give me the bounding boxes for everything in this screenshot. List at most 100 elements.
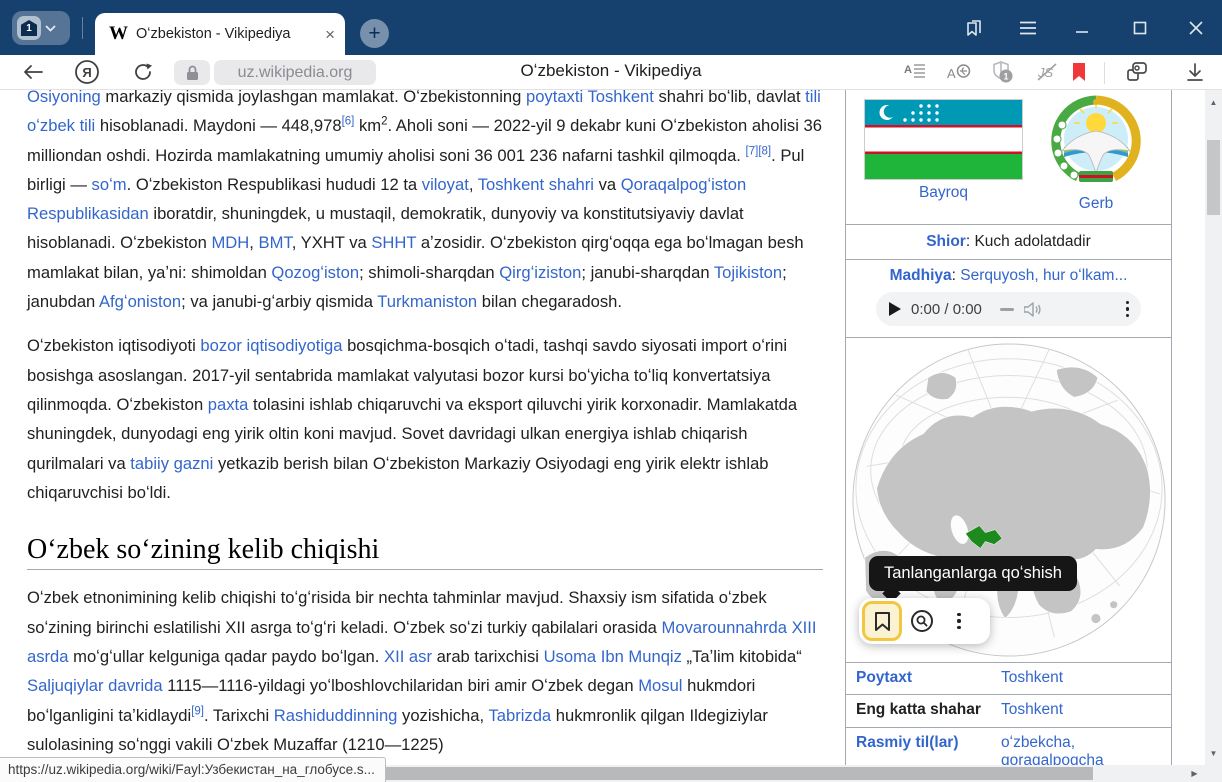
wiki-link[interactable]: paxta — [208, 395, 249, 414]
flag-caption-link[interactable]: Bayroq — [864, 184, 1023, 202]
wiki-link[interactable]: Tabrizda — [488, 706, 551, 725]
close-window-button[interactable] — [1182, 14, 1210, 42]
volume-icon[interactable] — [1024, 302, 1042, 317]
wiki-link[interactable]: SHHT — [371, 233, 416, 252]
wiki-link[interactable]: Turkmaniston — [377, 292, 477, 311]
emblem-of-uzbekistan[interactable]: Gerb — [1046, 95, 1146, 213]
play-icon[interactable] — [888, 302, 901, 316]
browser-toolbar: Я uz.wikipedia.org Oʻzbekiston - Vikiped… — [0, 55, 1222, 90]
wiki-link[interactable]: soʻm — [92, 175, 127, 194]
downloads-button[interactable] — [1180, 57, 1210, 87]
yandex-home-button[interactable]: Я — [72, 57, 102, 87]
visual-search-icon — [910, 609, 934, 633]
wiki-link[interactable]: tabiiy gazni — [130, 454, 213, 473]
reference-link[interactable]: [6] — [342, 116, 355, 128]
anthem-separator: : — [952, 267, 961, 284]
refresh-icon — [132, 61, 154, 83]
wiki-link[interactable]: MDH — [211, 233, 249, 252]
translate-button[interactable]: A — [944, 57, 974, 87]
tab-title: Oʻzbekiston - Vikipediya — [136, 26, 317, 42]
maximize-button[interactable] — [1126, 14, 1154, 42]
browser-tab[interactable]: W Oʻzbekiston - Vikipediya × — [95, 13, 345, 55]
article-paragraph: Osiyoning markaziy qismida joylashgan ma… — [27, 90, 823, 316]
text-segment: va — [594, 175, 621, 194]
wiki-link[interactable]: tili — [805, 90, 821, 106]
svg-text:A: A — [947, 66, 956, 81]
hamburger-icon — [1018, 20, 1038, 36]
official-languages-value-link[interactable]: oʻzbekcha, qoraqalpoqcha — [986, 734, 1146, 765]
audio-player: 0:00 / 0:00 — [876, 292, 1141, 326]
svg-text:A: A — [904, 64, 912, 76]
text-segment: . Tarixchi — [204, 706, 274, 725]
side-panel-button[interactable] — [960, 14, 988, 42]
anthem-label-link[interactable]: Madhiya — [890, 267, 952, 284]
text-segment: yozishicha, — [397, 706, 488, 725]
wiki-link[interactable]: Saljuqiylar davrida — [27, 676, 163, 695]
tab-count-badge: 1 — [17, 16, 41, 40]
wiki-link[interactable]: Afgʻoniston — [99, 292, 181, 311]
image-more-button[interactable] — [942, 601, 976, 641]
seek-bar[interactable] — [1000, 308, 1014, 311]
scroll-down-arrow[interactable]: ▼ — [1205, 745, 1222, 761]
toolbar-separator — [1104, 62, 1105, 84]
reference-link[interactable]: [9] — [191, 705, 204, 717]
reference-link[interactable]: [7][8] — [746, 145, 772, 157]
infobox-motto-row: Shior: Kuch adolatdadir — [846, 225, 1171, 260]
capital-label-link[interactable]: Poytaxt — [846, 669, 986, 687]
wiki-link[interactable]: poytaxti Toshkent — [526, 90, 654, 106]
new-tab-button[interactable]: + — [360, 19, 389, 48]
wiki-link[interactable]: oʻzbek tili — [27, 116, 95, 135]
vertical-scroll-thumb[interactable] — [1207, 140, 1220, 215]
bookmark-page-button[interactable] — [1064, 57, 1094, 87]
wiki-link[interactable]: bozor iqtisodiyotiga — [200, 336, 342, 355]
scroll-right-arrow[interactable]: ▶ — [1186, 765, 1203, 782]
reader-mode-icon: A — [904, 63, 926, 81]
wiki-link[interactable]: Mosul — [638, 676, 682, 695]
extensions-icon — [1125, 61, 1149, 83]
player-menu-icon[interactable] — [1126, 301, 1130, 318]
javascript-toggle-button[interactable]: JS — [1032, 57, 1062, 87]
motto-text: : Kuch adolatdadir — [966, 233, 1091, 251]
extensions-button[interactable] — [1122, 57, 1152, 87]
emblem-caption-link[interactable]: Gerb — [1046, 195, 1146, 213]
wiki-link[interactable]: BMT — [259, 233, 292, 252]
wiki-link[interactable]: XII asr — [384, 647, 432, 666]
text-segment: . Oʻzbekiston Respublikasi hududi 12 ta — [127, 175, 422, 194]
flag-of-uzbekistan[interactable]: Bayroq — [864, 99, 1023, 202]
text-segment: , YXHT va — [292, 233, 372, 252]
vertical-scrollbar[interactable]: ▲ ▼ — [1205, 90, 1222, 765]
wiki-link[interactable]: Tojikiston — [714, 263, 782, 282]
bookmark-panel-icon — [963, 17, 985, 39]
wiki-link[interactable]: viloyat — [422, 175, 469, 194]
tab-close-icon[interactable]: × — [325, 26, 335, 43]
country-infobox: Bayroq — [845, 90, 1172, 765]
protect-shield-button[interactable]: 1 — [988, 57, 1018, 87]
visual-search-button[interactable] — [902, 601, 942, 641]
wiki-link[interactable]: Qozogʻiston — [271, 263, 359, 282]
reader-mode-button[interactable]: A — [900, 57, 930, 87]
wiki-link[interactable]: Toshkent shahri — [478, 175, 594, 194]
article-paragraph: Oʻzbek etnonimining kelib chiqishi toʻgʻ… — [27, 583, 823, 759]
menu-button[interactable] — [1014, 14, 1042, 42]
motto-label-link[interactable]: Shior — [926, 233, 966, 251]
official-languages-label-link[interactable]: Rasmiy til(lar) — [846, 734, 986, 752]
tab-group-button[interactable]: 1 — [12, 11, 70, 45]
scroll-up-arrow[interactable]: ▲ — [1205, 94, 1222, 110]
largest-city-value-link[interactable]: Toshkent — [986, 701, 1156, 719]
refresh-button[interactable] — [128, 57, 158, 87]
site-security-button[interactable] — [174, 60, 210, 85]
minimize-icon — [1074, 20, 1090, 36]
minimize-button[interactable] — [1068, 14, 1096, 42]
wiki-link[interactable]: Rashiduddinning — [274, 706, 398, 725]
add-to-favorites-button[interactable] — [862, 601, 902, 641]
address-bar[interactable]: uz.wikipedia.org — [214, 60, 376, 85]
wiki-link[interactable]: Usoma Ibn Munqiz — [544, 647, 682, 666]
wiki-link[interactable]: Osiyoning — [27, 90, 101, 106]
infobox-row-largest-city: Eng katta shahar Toshkent — [846, 695, 1171, 728]
titlebar-separator — [82, 17, 83, 39]
horizontal-scroll-thumb[interactable] — [380, 767, 1093, 780]
anthem-title-link[interactable]: Serquyosh, hur oʻlkam... — [960, 267, 1127, 284]
wiki-link[interactable]: Qirgʻiziston — [499, 263, 581, 282]
back-button[interactable] — [18, 57, 48, 87]
capital-value-link[interactable]: Toshkent — [986, 669, 1156, 687]
